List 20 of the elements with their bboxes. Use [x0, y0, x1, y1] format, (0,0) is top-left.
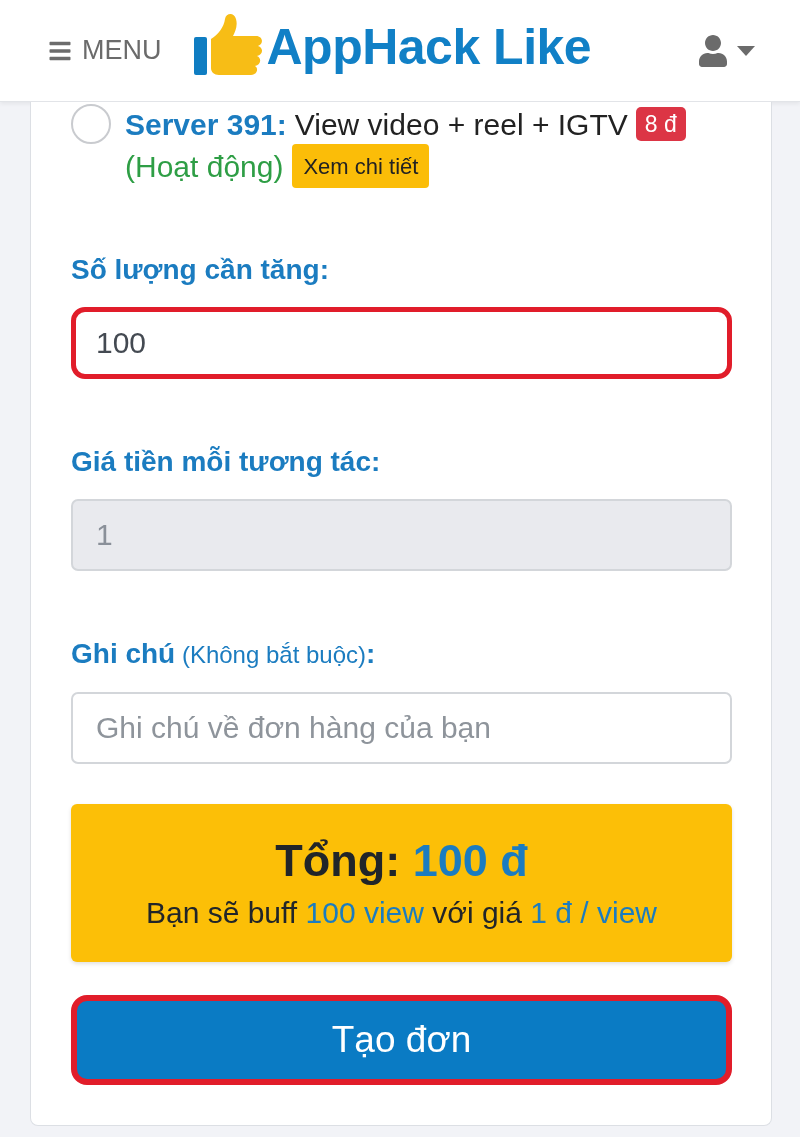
create-order-button[interactable]: Tạo đơn: [71, 995, 732, 1085]
field-label: Ghi chú (Không bắt buộc):: [71, 638, 377, 671]
price-badge: 8 đ: [635, 107, 686, 141]
details-button[interactable]: Xem chi tiết: [292, 144, 430, 188]
order-summary: Bạn sẽ buff 100 view với giá 1 đ / view: [145, 895, 658, 931]
status-text: (Hoạt động): [125, 148, 284, 185]
field-label: Giá tiền mỗi tương tác:: [71, 446, 382, 478]
menu-button[interactable]: MENU: [47, 37, 162, 64]
thumbs-up-icon: [193, 12, 264, 75]
user-icon: [699, 34, 727, 67]
server-name: Server 391:: [125, 106, 287, 143]
field-label: Số lượng cần tăng:: [71, 254, 330, 286]
user-menu-button[interactable]: [699, 34, 755, 67]
caret-icon: [737, 45, 755, 56]
total-heading: Tổng: 100 đ: [275, 835, 528, 887]
logo-text: AppHack Like: [266, 18, 592, 75]
radio-button[interactable]: [71, 104, 111, 144]
server-description: View video + reel + IGTV: [294, 106, 628, 143]
input-field[interactable]: Ghi chú về đơn hàng của bạn: [71, 692, 732, 764]
input-field[interactable]: 100: [71, 307, 732, 379]
